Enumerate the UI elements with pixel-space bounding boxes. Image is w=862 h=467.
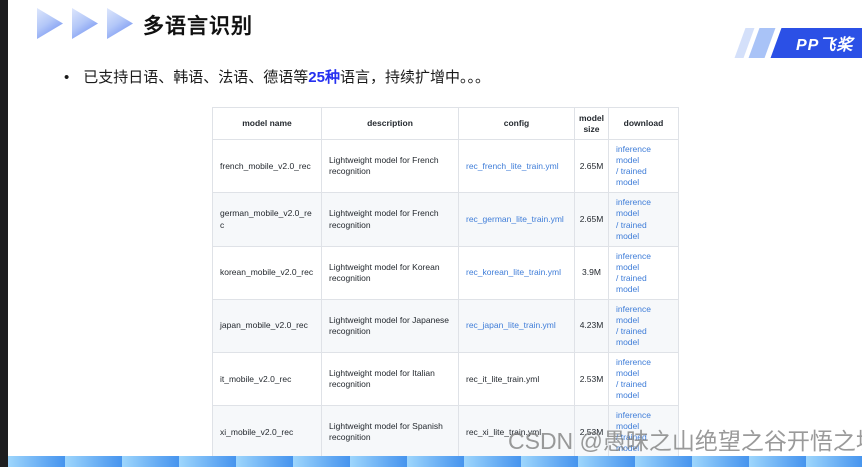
cell-model-name: japan_mobile_v2.0_rec [212, 298, 322, 354]
inference-model-link[interactable]: inference model [616, 197, 651, 218]
cell-download: inference model / trained model [608, 245, 679, 300]
arrow-right-icon [37, 8, 63, 39]
cell-config: rec_it_lite_train.yml [458, 351, 575, 407]
trained-model-link[interactable]: / trained model [616, 273, 647, 294]
cell-model-size: 2.53M [574, 351, 609, 407]
table-row: french_mobile_v2.0_rec Lightweight model… [212, 139, 679, 194]
bullet-highlight: 25种 [308, 69, 340, 86]
arrow-right-icon [107, 8, 133, 39]
bullet-text-prefix: 已支持日语、韩语、法语、德语等 [83, 69, 309, 86]
bullet-dot: • [64, 69, 70, 86]
cell-model-size: 3.9M [574, 245, 609, 300]
cell-download: inference model / trained model [608, 139, 679, 194]
bullet-text-suffix: 语言，持续扩增中。。。 [339, 69, 490, 86]
arrow-right-icon [72, 8, 98, 39]
col-header-config: config [458, 106, 575, 141]
inference-model-link[interactable]: inference model [616, 251, 651, 272]
cell-model-name: german_mobile_v2.0_rec [212, 192, 322, 247]
trained-model-link[interactable]: / trained model [616, 220, 647, 241]
banner-main: PP飞桨 [770, 28, 862, 58]
col-header-model-name: model name [212, 106, 322, 141]
cell-description: Lightweight model for French recognition [321, 139, 459, 194]
cell-description: Lightweight model for French recognition [321, 192, 459, 247]
table-row: german_mobile_v2.0_rec Lightweight model… [212, 192, 679, 247]
trained-model-link[interactable]: / trained model [616, 326, 647, 347]
col-header-model-size: model size [574, 106, 609, 141]
inference-model-link[interactable]: inference model [616, 357, 651, 378]
table-row: it_mobile_v2.0_rec Lightweight model for… [212, 351, 679, 407]
cell-model-size: 4.23M [574, 298, 609, 354]
cell-model-size: 2.65M [574, 192, 609, 247]
cell-config[interactable]: rec_french_lite_train.yml [458, 139, 575, 194]
cell-config[interactable]: rec_german_lite_train.yml [458, 192, 575, 247]
slide: 多语言识别 PP飞桨 • 已支持日语、韩语、法语、德语等25种语言，持续扩增中。。… [0, 0, 862, 467]
col-header-description: description [321, 106, 459, 141]
cell-config[interactable]: rec_japan_lite_train.yml [458, 298, 575, 354]
cell-model-name: it_mobile_v2.0_rec [212, 351, 322, 407]
header-arrows [37, 8, 133, 39]
cell-model-name: korean_mobile_v2.0_rec [212, 245, 322, 300]
cell-description: Lightweight model for Japanese recogniti… [321, 298, 459, 354]
table-row: japan_mobile_v2.0_rec Lightweight model … [212, 298, 679, 354]
bottom-gradient-bar [8, 456, 862, 467]
paddlepaddle-banner: PP飞桨 [730, 28, 862, 58]
cell-description: Lightweight model for Korean recognition [321, 245, 459, 300]
bullet-line: • 已支持日语、韩语、法语、德语等25种语言，持续扩增中。。。 [64, 66, 490, 87]
cell-model-name: xi_mobile_v2.0_rec [212, 405, 322, 460]
cell-model-size: 2.65M [574, 139, 609, 194]
paddlepaddle-logo-icon: PP飞桨 [796, 37, 854, 54]
table-row: korean_mobile_v2.0_rec Lightweight model… [212, 245, 679, 300]
cell-config[interactable]: rec_korean_lite_train.yml [458, 245, 575, 300]
cell-download: inference model / trained model [608, 298, 679, 354]
cell-model-name: french_mobile_v2.0_rec [212, 139, 322, 194]
trained-model-link[interactable]: / trained model [616, 166, 647, 187]
cell-description: Lightweight model for Italian recognitio… [321, 351, 459, 407]
cell-download: inference model / trained model [608, 351, 679, 407]
left-edge-strip [0, 0, 8, 467]
table-header-row: model name description config model size… [212, 106, 679, 141]
trained-model-link[interactable]: / trained model [616, 379, 647, 400]
page-title: 多语言识别 [143, 15, 253, 38]
inference-model-link[interactable]: inference model [616, 304, 651, 325]
model-table-wrap: model name description config model size… [212, 106, 679, 467]
col-header-download: download [608, 106, 679, 141]
inference-model-link[interactable]: inference model [616, 144, 651, 165]
csdn-watermark: CSDN @愚昧之山绝望之谷开悟之坡 [508, 428, 862, 454]
model-table: model name description config model size… [212, 106, 679, 467]
cell-description: Lightweight model for Spanish recognitio… [321, 405, 459, 460]
cell-download: inference model / trained model [608, 192, 679, 247]
